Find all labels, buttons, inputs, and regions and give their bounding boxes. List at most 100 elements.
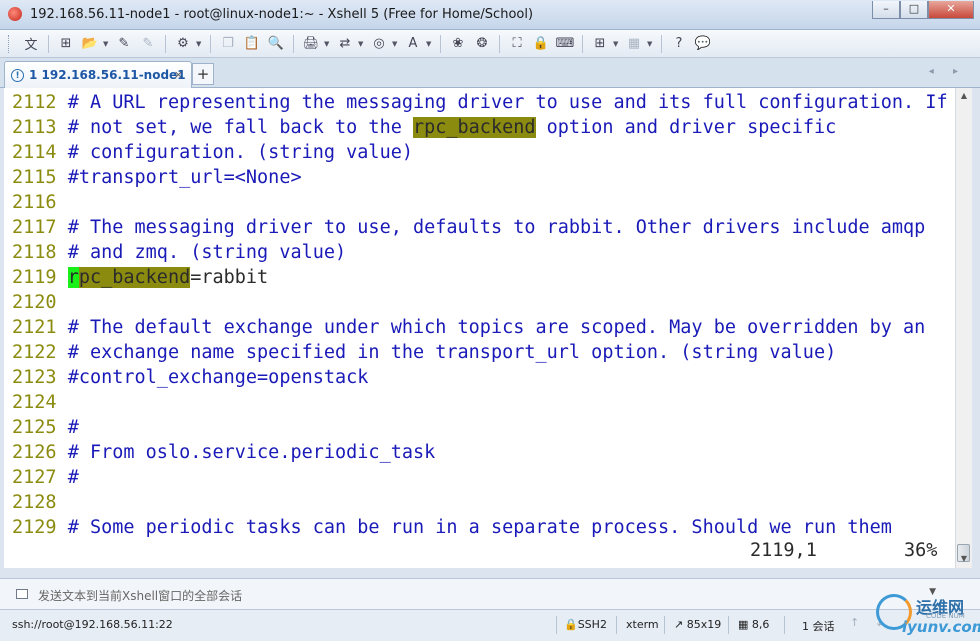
line-number: 2112 [12, 92, 57, 113]
open-folder-icon[interactable]: 📂 [79, 34, 101, 54]
tab-close-icon[interactable]: × [174, 68, 183, 81]
fullscreen-icon[interactable]: ⛶ [506, 34, 528, 54]
title-bar: 192.168.56.11-node1 - root@linux-node1:~… [0, 0, 980, 30]
toolbar-separator [293, 34, 294, 53]
terminal-type: xterm [626, 618, 659, 631]
toolbar-separator [210, 34, 211, 53]
line-number: 2121 [12, 317, 57, 338]
toolbar-separator [661, 34, 662, 53]
status-divider [784, 616, 785, 634]
terminal-line: 2112 # A URL representing the messaging … [12, 90, 948, 115]
line-text: #transport_url=<None> [56, 167, 302, 188]
search-highlight: pc_backend [78, 267, 191, 288]
terminal-line: 2120 [12, 290, 948, 315]
maximize-button[interactable]: □ [900, 1, 928, 19]
chevron-down-icon[interactable]: ▼ [426, 40, 434, 48]
terminal-line: 2128 [12, 490, 948, 515]
line-number: 2119 [12, 267, 57, 288]
chevron-down-icon[interactable]: ▼ [358, 40, 366, 48]
chat-icon[interactable]: 💬 [692, 34, 714, 54]
watermark-logo: 运维网 CODE NUM iyunv.com [872, 588, 980, 640]
cursor-position: 8,6 [751, 618, 770, 631]
disconnect-icon[interactable]: ✎ [137, 34, 159, 54]
terminal-area[interactable]: 2112 # A URL representing the messaging … [4, 88, 955, 568]
keyboard-icon[interactable]: ⌨ [554, 34, 576, 54]
layout-icon[interactable]: ▦ [623, 34, 645, 54]
terminal-line: 2126 # From oslo.service.periodic_task [12, 440, 948, 465]
help-icon[interactable]: ? [668, 34, 690, 54]
toolbar-separator [48, 34, 49, 53]
chevron-down-icon[interactable]: ▼ [647, 40, 655, 48]
terminal-line: 2122 # exchange name specified in the tr… [12, 340, 948, 365]
status-divider [728, 616, 729, 634]
line-number: 2128 [12, 492, 57, 513]
line-number: 2118 [12, 242, 57, 263]
toolbar-grip[interactable] [8, 34, 12, 53]
toolbar-separator [165, 34, 166, 53]
terminal-line: 2119 rpc_backend=rabbit [12, 265, 948, 290]
status-divider [556, 616, 557, 634]
line-text: #control_exchange=openstack [56, 367, 369, 388]
minimize-button[interactable]: – [872, 1, 900, 19]
line-text: # [56, 467, 79, 488]
status-bar: ssh://root@192.168.56.11:22 🔒SSH2 xterm … [0, 610, 980, 641]
terminal-cursor: r [67, 267, 79, 288]
line-number: 2120 [12, 292, 57, 313]
paste-icon[interactable]: 📋 [241, 34, 263, 54]
copy-icon[interactable]: ❐ [217, 34, 239, 54]
xshell-app-icon[interactable] [8, 7, 22, 21]
globe-icon[interactable]: ◎ [368, 34, 390, 54]
line-text [57, 267, 68, 288]
terminal-lines: 2112 # A URL representing the messaging … [12, 90, 948, 540]
window-title: 192.168.56.11-node1 - root@linux-node1:~… [30, 7, 534, 22]
chevron-down-icon[interactable]: ▼ [324, 40, 332, 48]
close-button[interactable]: ✕ [928, 1, 974, 19]
terminal-size: 85x19 [686, 618, 722, 631]
line-text: # Some periodic tasks can be run in a se… [56, 517, 892, 538]
line-number: 2129 [12, 517, 57, 538]
chevron-down-icon[interactable]: ▼ [196, 40, 204, 48]
terminal-line: 2116 [12, 190, 948, 215]
chevron-down-icon[interactable]: ▼ [613, 40, 621, 48]
compose-bar: 发送文本到当前Xshell窗口的全部会话 ▼ [0, 578, 980, 610]
line-text: # [56, 417, 79, 438]
scroll-down-icon[interactable]: ▼ [956, 551, 972, 567]
line-text: # exchange name specified in the transpo… [56, 342, 837, 363]
language-button[interactable]: 文 [20, 34, 42, 54]
xftp-icon[interactable]: ❀ [447, 34, 469, 54]
transfer-icon[interactable]: ⇄ [334, 34, 356, 54]
compose-toggle-icon[interactable] [16, 589, 28, 599]
terminal-line: 2123 #control_exchange=openstack [12, 365, 948, 390]
terminal-line: 2124 [12, 390, 948, 415]
new-session-icon[interactable]: ⊞ [55, 34, 77, 54]
compose-input[interactable]: 发送文本到当前Xshell窗口的全部会话 [38, 587, 242, 604]
terminal-line: 2129 # Some periodic tasks can be run in… [12, 515, 948, 540]
reconnect-icon[interactable]: ✎ [113, 34, 135, 54]
new-tab-button[interactable]: + [192, 63, 214, 85]
line-text: # configuration. (string value) [56, 142, 413, 163]
status-divider [664, 616, 665, 634]
search-highlight: rpc_backend [412, 117, 536, 138]
line-number: 2122 [12, 342, 57, 363]
chevron-down-icon[interactable]: ▼ [392, 40, 400, 48]
add-icon[interactable]: ⊞ [589, 34, 611, 54]
line-number: 2123 [12, 367, 57, 388]
properties-icon[interactable]: ⚙ [172, 34, 194, 54]
font-icon[interactable]: A [402, 34, 424, 54]
scroll-up-icon[interactable]: ▲ [956, 88, 972, 104]
line-text: # From oslo.service.periodic_task [56, 442, 436, 463]
toolbar-separator [582, 34, 583, 53]
line-number: 2115 [12, 167, 57, 188]
line-text: # A URL representing the messaging drive… [56, 92, 948, 113]
terminal-line: 2121 # The default exchange under which … [12, 315, 948, 340]
print-icon[interactable]: 🖨 [300, 34, 322, 54]
watermark-url: iyunv.com [902, 618, 980, 636]
tab-session-node1[interactable]: ! 1 192.168.56.11-node1 × [4, 61, 192, 88]
find-icon[interactable]: 🔍 [265, 34, 287, 54]
terminal-scrollbar[interactable]: ▲ ▼ [955, 88, 972, 568]
script-icon[interactable]: ❂ [471, 34, 493, 54]
chevron-down-icon[interactable]: ▼ [103, 40, 111, 48]
lock-icon[interactable]: 🔒 [530, 34, 552, 54]
tab-scroll-arrows[interactable]: ◂ ▸ [929, 66, 966, 77]
session-count: 1 会话 [802, 620, 835, 633]
